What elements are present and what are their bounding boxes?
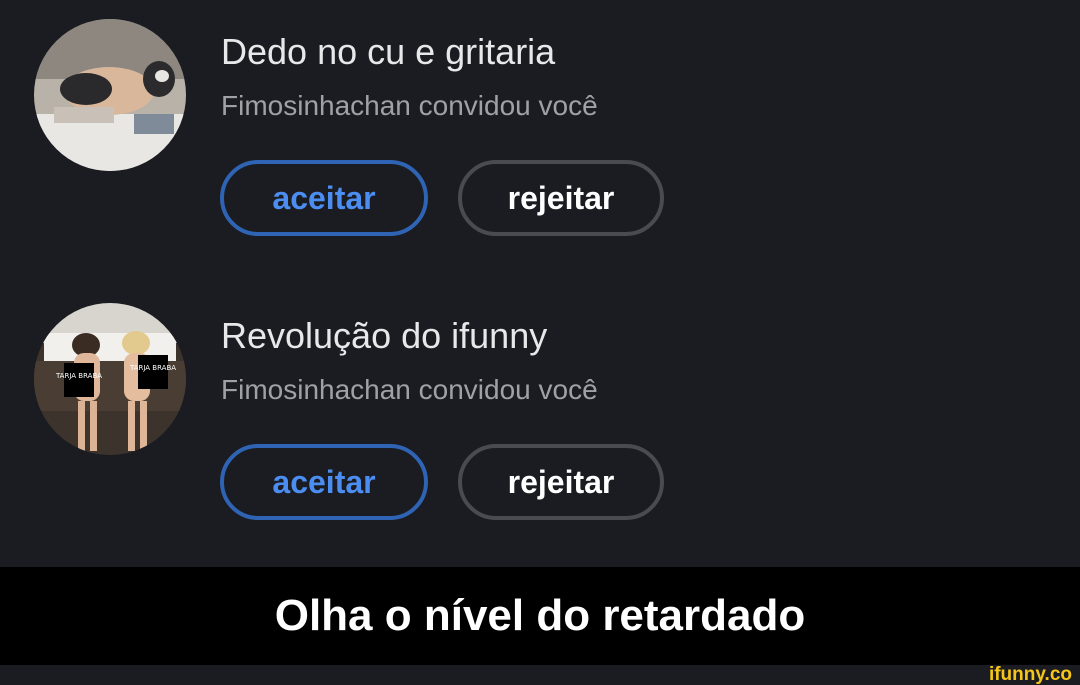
- ifunny-watermark: ifunny.co: [988, 664, 1072, 685]
- meme-caption-bar: Olha o nível do retardado: [0, 567, 1080, 665]
- group-invite-item: Dedo no cu e gritaria Fimosinhachan conv…: [0, 0, 1080, 250]
- group-avatar: TARJA BRABA TARJA BRABA: [34, 303, 186, 455]
- group-avatar: [34, 19, 186, 171]
- meme-caption: Olha o nível do retardado: [274, 591, 806, 640]
- group-invite-item: TARJA BRABA TARJA BRABA Revolução do ifu…: [0, 284, 1080, 534]
- invites-screen: Dedo no cu e gritaria Fimosinhachan conv…: [0, 0, 1080, 685]
- group-avatar-image: [34, 19, 186, 171]
- group-avatar-image: TARJA BRABA TARJA BRABA: [34, 303, 186, 455]
- reject-button[interactable]: rejeitar: [458, 160, 664, 236]
- accept-button[interactable]: aceitar: [220, 160, 428, 236]
- censor-label: TARJA BRABA: [129, 364, 176, 372]
- inviter-text: Fimosinhachan convidou você: [221, 90, 598, 121]
- reject-button[interactable]: rejeitar: [458, 444, 664, 520]
- watermark-strip: ifunny.co: [0, 665, 1080, 685]
- censor-label: TARJA BRABA: [55, 372, 102, 380]
- group-name: Dedo no cu e gritaria: [221, 31, 556, 72]
- accept-button[interactable]: aceitar: [220, 444, 428, 520]
- group-name: Revolução do ifunny: [221, 315, 548, 356]
- inviter-text: Fimosinhachan convidou você: [221, 374, 598, 405]
